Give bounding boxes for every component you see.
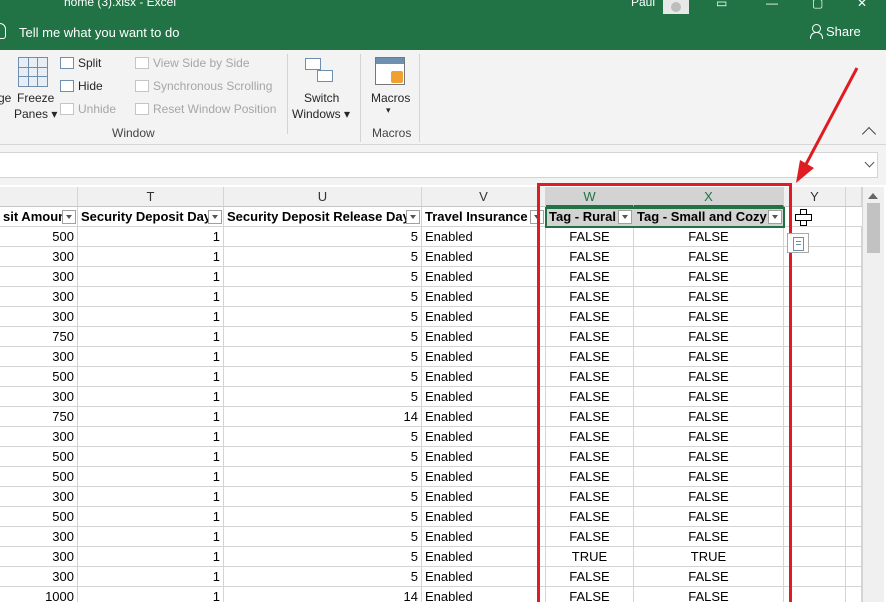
red-arrow-annotation <box>796 67 859 183</box>
